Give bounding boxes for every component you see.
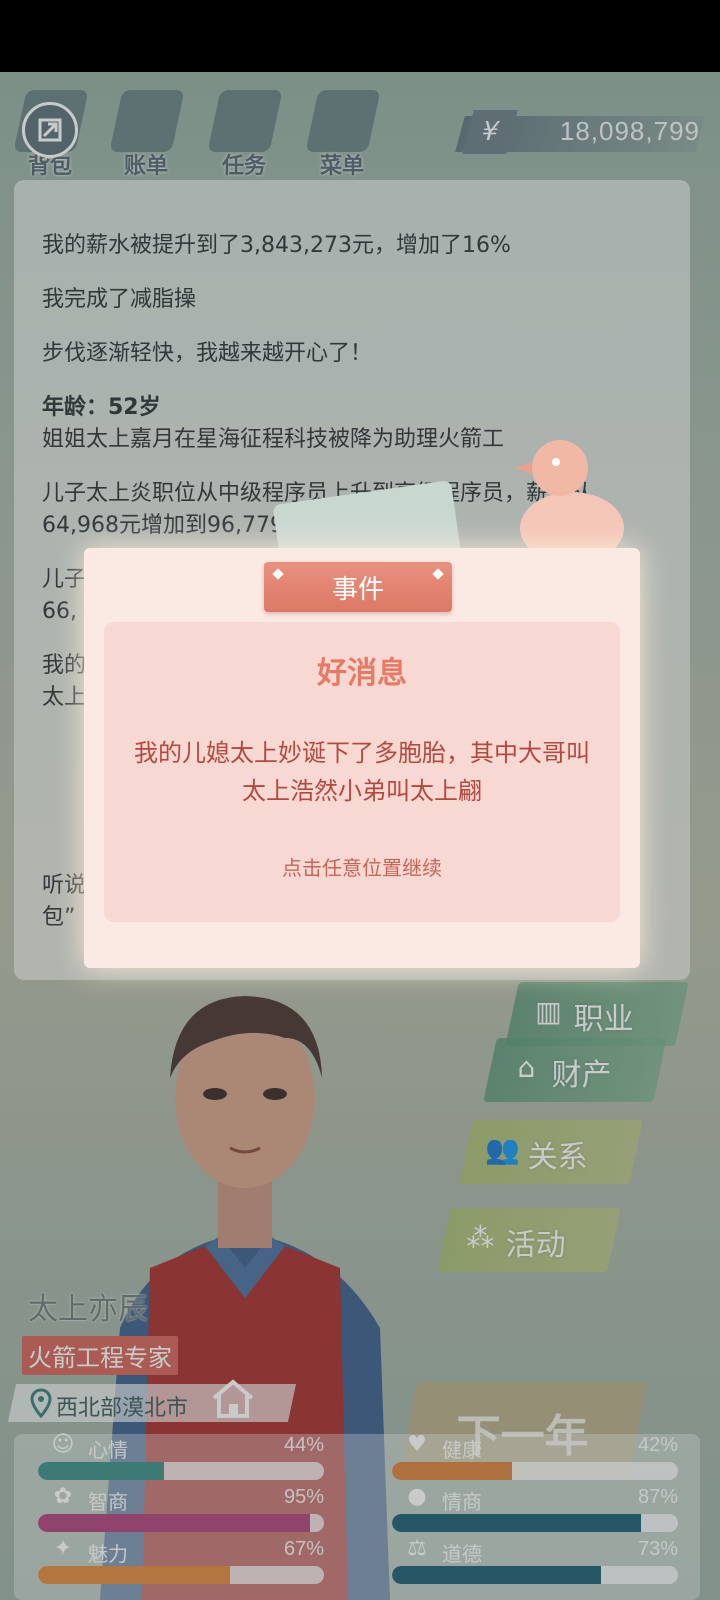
event-tab: 事件 (264, 562, 452, 612)
continue-hint[interactable]: 点击任意位置继续 (104, 852, 620, 881)
rubber-duck-decoration (514, 440, 624, 564)
event-message: 我的儿媳太上妙诞下了多胞胎，其中大哥叫太上浩然小弟叫太上翩 (134, 739, 590, 805)
diamond-icon (432, 568, 444, 580)
event-dialog[interactable]: 事件 好消息 我的儿媳太上妙诞下了多胞胎，其中大哥叫太上浩然小弟叫太上翩 点击任… (84, 548, 640, 968)
event-tab-label: 事件 (331, 574, 384, 605)
diamond-icon (272, 568, 284, 580)
status-bar (0, 0, 720, 72)
event-title: 好消息 (317, 656, 407, 691)
